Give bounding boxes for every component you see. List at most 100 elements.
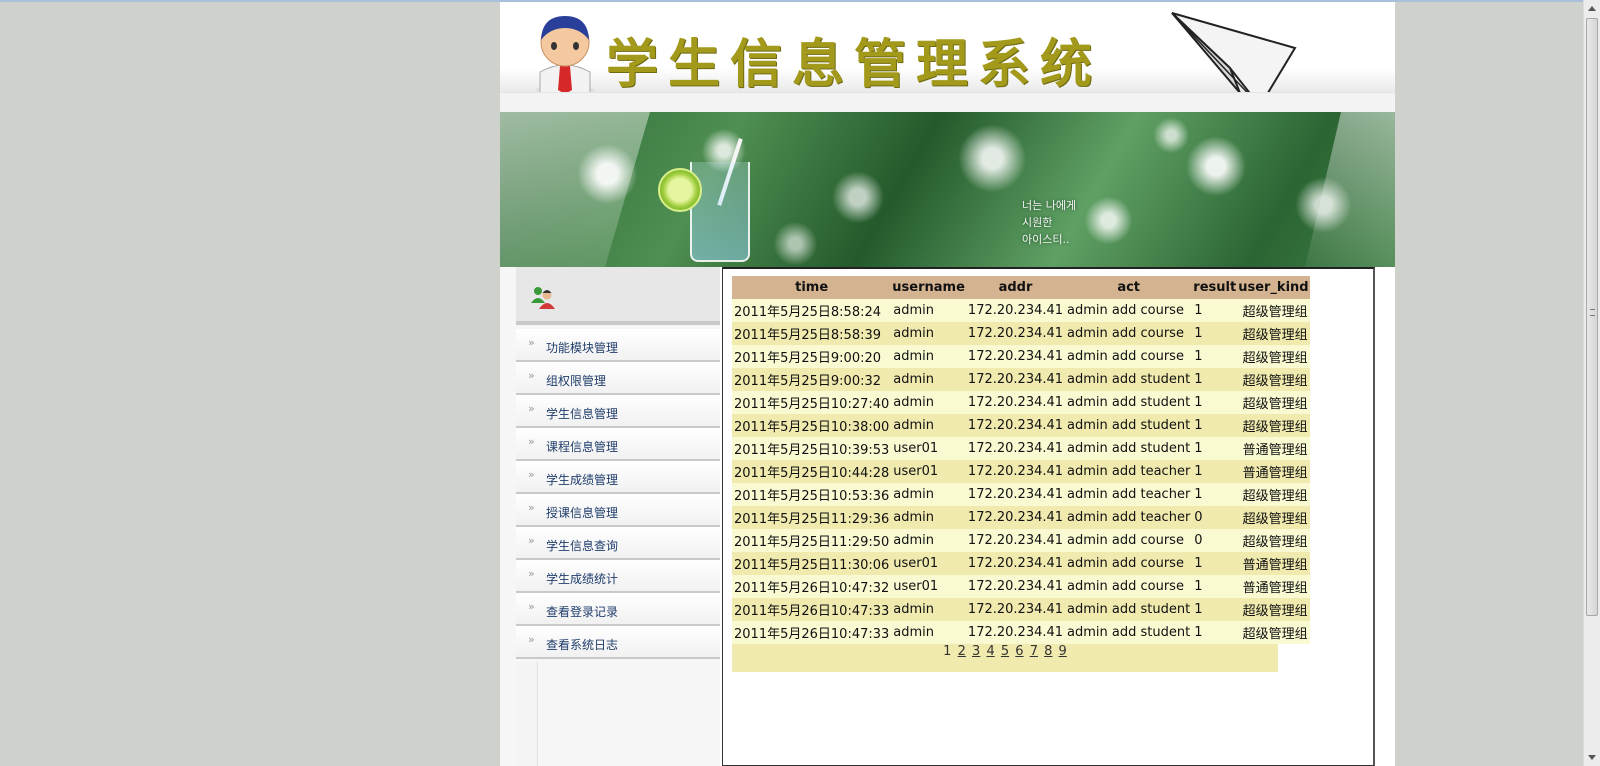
cell-user-kind: 超级管理组 — [1237, 414, 1310, 437]
column-header-time: time — [732, 276, 892, 299]
cell-user-kind: 超级管理组 — [1237, 483, 1310, 506]
cell-result: 1 — [1192, 322, 1238, 345]
column-header-result: result — [1192, 276, 1238, 299]
pagination-page-link[interactable]: 6 — [1015, 644, 1023, 659]
cell-username: user01 — [891, 575, 966, 598]
cell-act: admin add student — [1065, 598, 1193, 621]
cell-user-kind: 普通管理组 — [1237, 460, 1310, 483]
cell-username: user01 — [891, 437, 966, 460]
table-body: 2011年5月25日8:58:24 admin 172.20.234.41 admin… — [732, 299, 1310, 644]
cell-result: 0 — [1192, 506, 1238, 529]
sidebar-item-module-management[interactable]: » 功能模块管理 — [516, 329, 720, 362]
cell-act: admin add student — [1065, 414, 1193, 437]
table-row: 2011年5月25日10:27:40 admin 172.20.234.41 admi… — [732, 391, 1310, 414]
cell-user-kind: 超级管理组 — [1237, 322, 1310, 345]
table-row: 2011年5月25日10:44:28 user01 172.20.234.41 adm… — [732, 460, 1310, 483]
chevron-right-icon: » — [528, 435, 535, 448]
cell-addr: 172.20.234.41 — [965, 391, 1066, 414]
pagination-page-link[interactable]: 9 — [1059, 644, 1067, 659]
cell-act: admin add course — [1065, 552, 1193, 575]
site-title: 学生信息管理系统 — [606, 34, 1103, 95]
table-row: 2011年5月25日11:29:36 admin 172.20.234.41 admi… — [732, 506, 1310, 529]
banner-overlay-text: 너는 나에게 시원한 아이스티.. — [1022, 199, 1077, 246]
cell-result: 1 — [1192, 483, 1238, 506]
user-avatar-icon — [535, 16, 595, 94]
sidebar-item-course-info[interactable]: » 课程信息管理 — [516, 428, 720, 461]
cell-result: 0 — [1192, 529, 1238, 552]
cell-time: 2011年5月25日8:58:24 — [732, 299, 892, 322]
cell-user-kind: 超级管理组 — [1237, 368, 1310, 391]
cell-username: user01 — [891, 552, 966, 575]
pagination-page-link[interactable]: 5 — [1001, 644, 1009, 659]
table-row: 2011年5月26日10:47:33 admin 172.20.234.41 admi… — [732, 598, 1310, 621]
cell-user-kind: 普通管理组 — [1237, 552, 1310, 575]
scrollbar-thumb[interactable] — [1586, 18, 1598, 616]
cell-user-kind: 普通管理组 — [1237, 575, 1310, 598]
pagination: 1 2 3 4 5 6 7 8 9 — [732, 644, 1278, 672]
column-header-username: username — [891, 276, 966, 299]
cell-act: admin add course — [1065, 299, 1193, 322]
cell-result: 1 — [1192, 598, 1238, 621]
pagination-page-link[interactable]: 7 — [1030, 644, 1038, 659]
cell-result: 1 — [1192, 437, 1238, 460]
sidebar-item-login-records[interactable]: » 查看登录记录 — [516, 593, 720, 626]
sidebar-item-student-info[interactable]: » 学生信息管理 — [516, 395, 720, 428]
column-header-addr: addr — [965, 276, 1066, 299]
chevron-right-icon: » — [528, 369, 535, 382]
table-row: 2011年5月25日11:30:06 user01 172.20.234.41 adm… — [732, 552, 1310, 575]
cell-result: 1 — [1192, 575, 1238, 598]
scrollbar-grip-icon — [1590, 309, 1595, 316]
cell-act: admin add student — [1065, 621, 1193, 644]
cell-time: 2011年5月25日8:58:39 — [732, 322, 892, 345]
sidebar-item-teaching-info[interactable]: » 授课信息管理 — [516, 494, 720, 527]
pagination-page-link[interactable]: 2 — [958, 644, 966, 659]
cell-act: admin add course — [1065, 529, 1193, 552]
banner-curtain-left — [500, 112, 650, 267]
pagination-page-link[interactable]: 4 — [986, 644, 994, 659]
pagination-current-page: 1 — [943, 644, 952, 659]
header-strip — [500, 92, 1395, 112]
cell-act: admin add student — [1065, 437, 1193, 460]
chevron-right-icon: » — [528, 534, 535, 547]
cell-time: 2011年5月25日10:39:53 — [732, 437, 892, 460]
scroll-down-arrow-icon[interactable] — [1588, 755, 1596, 760]
cell-addr: 172.20.234.41 — [965, 598, 1066, 621]
sidebar-item-label: 查看登录记录 — [546, 605, 619, 619]
sidebar-item-label: 查看系统日志 — [546, 638, 619, 652]
table-row: 2011年5月25日10:39:53 user01 172.20.234.41 adm… — [732, 437, 1310, 460]
main-content: time username addr act result user_kind … — [722, 267, 1375, 766]
cell-addr: 172.20.234.41 — [965, 345, 1066, 368]
chevron-right-icon: » — [528, 600, 535, 613]
scroll-up-arrow-icon[interactable] — [1588, 6, 1596, 11]
sidebar-item-group-permissions[interactable]: » 组权限管理 — [516, 362, 720, 395]
vertical-scrollbar[interactable] — [1583, 0, 1600, 766]
sidebar-item-label: 学生信息管理 — [546, 407, 619, 421]
sidebar-item-grades[interactable]: » 学生成绩管理 — [516, 461, 720, 494]
banner-glass — [690, 162, 750, 262]
cell-user-kind: 超级管理组 — [1237, 299, 1310, 322]
table-row: 2011年5月26日10:47:32 user01 172.20.234.41 adm… — [732, 575, 1310, 598]
sidebar-item-system-log[interactable]: » 查看系统日志 — [516, 626, 720, 659]
pagination-page-link[interactable]: 8 — [1044, 644, 1052, 659]
chevron-right-icon: » — [528, 402, 535, 415]
cell-addr: 172.20.234.41 — [965, 322, 1066, 345]
cell-time: 2011年5月25日9:00:32 — [732, 368, 892, 391]
cell-addr: 172.20.234.41 — [965, 460, 1066, 483]
cell-time: 2011年5月26日10:47:33 — [732, 598, 892, 621]
cell-act: admin add teacher — [1065, 483, 1193, 506]
sidebar-item-student-query[interactable]: » 学生信息查询 — [516, 527, 720, 560]
cell-time: 2011年5月25日10:27:40 — [732, 391, 892, 414]
sidebar-item-grade-stats[interactable]: » 学生成绩统计 — [516, 560, 720, 593]
page-container: 学生信息管理系统 너는 나에게 시원한 아이스티.. » 功能模块管理 » 组权… — [500, 2, 1395, 766]
table-row: 2011年5月25日8:58:39 admin 172.20.234.41 admin… — [732, 322, 1310, 345]
chevron-right-icon: » — [528, 567, 535, 580]
cell-result: 1 — [1192, 345, 1238, 368]
cell-addr: 172.20.234.41 — [965, 552, 1066, 575]
sidebar-menu: » 功能模块管理 » 组权限管理 » 学生信息管理 » 课程信息管理 » 学生成绩管理 »… — [516, 329, 720, 659]
pagination-page-link[interactable]: 3 — [972, 644, 980, 659]
cell-user-kind: 超级管理组 — [1237, 345, 1310, 368]
cell-addr: 172.20.234.41 — [965, 299, 1066, 322]
table-row: 2011年5月25日9:00:32 admin 172.20.234.41 admin… — [732, 368, 1310, 391]
chevron-right-icon: » — [528, 468, 535, 481]
cell-act: admin add teacher — [1065, 460, 1193, 483]
